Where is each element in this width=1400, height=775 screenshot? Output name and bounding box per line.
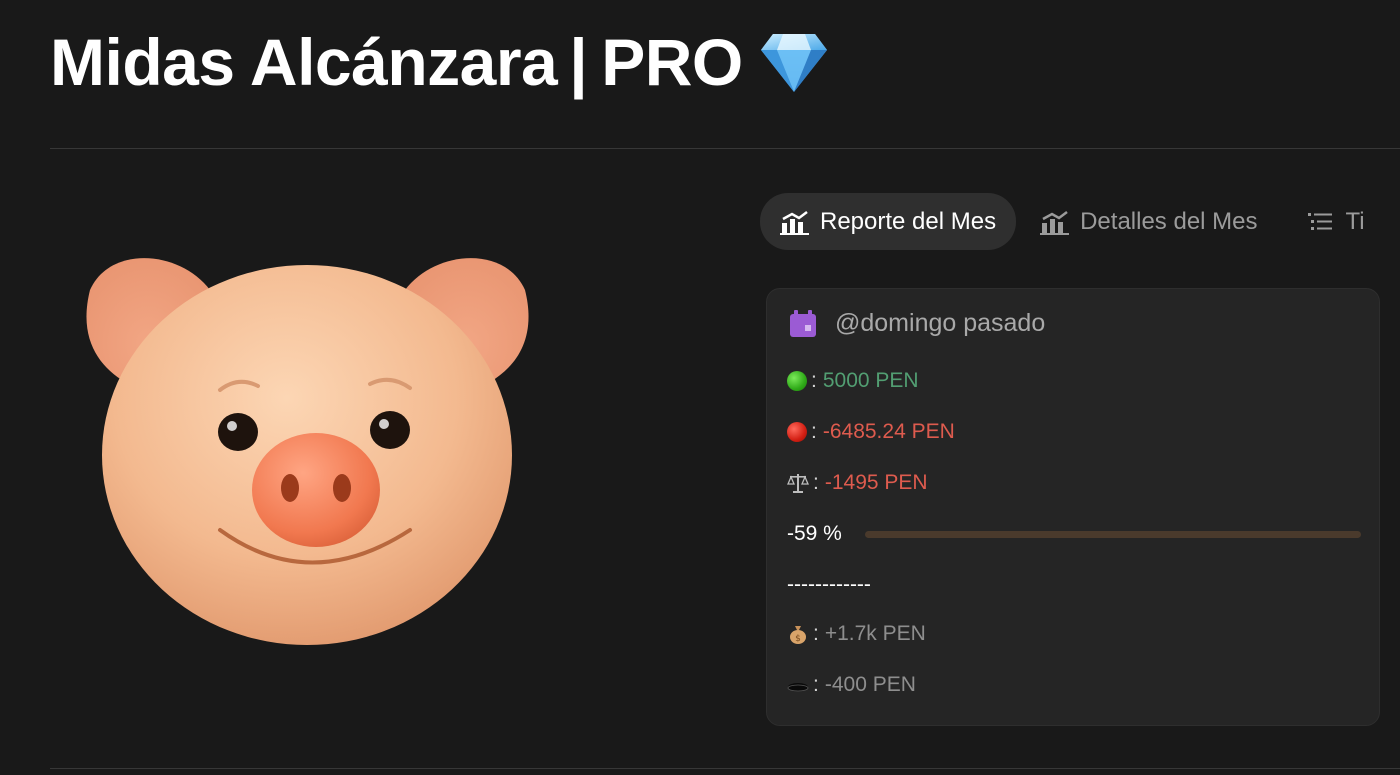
hole-icon	[787, 683, 809, 692]
income-row: : 5000 PEN	[787, 369, 919, 393]
savings-value: +1.7k PEN	[824, 622, 926, 645]
separator-text: ------------	[787, 573, 871, 596]
scales-icon	[787, 474, 809, 493]
tab-label: Detalles del Mes	[1080, 207, 1258, 235]
tab-label: Ti	[1345, 207, 1365, 235]
expenses-value: -6485.24 PEN	[822, 420, 955, 443]
income-value: 5000 PEN	[822, 369, 919, 392]
debt-value: -400 PEN	[824, 673, 916, 696]
chart-icon	[780, 210, 809, 235]
savings-row: $ : +1.7k PEN	[787, 622, 926, 646]
separator-row: ------------	[787, 573, 871, 597]
month-report-card[interactable]: @domingo pasado : 5000 PEN : -6485.24 PE…	[766, 288, 1380, 726]
percent-row: -59 %	[787, 522, 842, 546]
gem-icon	[760, 34, 827, 92]
balance-value: -1495 PEN	[824, 471, 928, 494]
report-date[interactable]: @domingo pasado	[835, 309, 1045, 338]
percent-label: -59 %	[787, 522, 842, 545]
money-bag-icon: $	[790, 626, 806, 644]
tab-label: Reporte del Mes	[820, 207, 997, 235]
title-tier: PRO	[601, 25, 743, 99]
expenses-row: : -6485.24 PEN	[787, 420, 955, 444]
red-circle-icon	[787, 422, 807, 442]
chart-icon	[1040, 210, 1070, 235]
green-circle-icon	[787, 371, 807, 391]
tab-partial[interactable]: Ti	[1282, 193, 1385, 250]
tab-reporte-del-mes[interactable]: Reporte del Mes	[760, 193, 1017, 250]
percent-progress-bar	[865, 531, 1361, 538]
list-icon	[1307, 212, 1332, 230]
balance-row: : -1495 PEN	[787, 471, 928, 495]
page-title: Midas Alcánzara | PRO	[50, 22, 829, 102]
footer-divider	[50, 768, 1400, 769]
svg-text:$: $	[795, 634, 801, 644]
title-name: Midas Alcánzara	[50, 25, 558, 99]
view-tabs: Reporte del Mes Detalles del Mes Ti	[760, 193, 1389, 250]
tab-detalles-del-mes[interactable]: Detalles del Mes	[1020, 193, 1277, 250]
title-separator: |	[569, 25, 588, 99]
card-header: @domingo pasado	[789, 309, 1045, 338]
pig-avatar-image	[86, 258, 529, 645]
debt-row: : -400 PEN	[787, 673, 916, 697]
calendar-icon	[790, 309, 816, 337]
header-divider	[50, 148, 1400, 149]
